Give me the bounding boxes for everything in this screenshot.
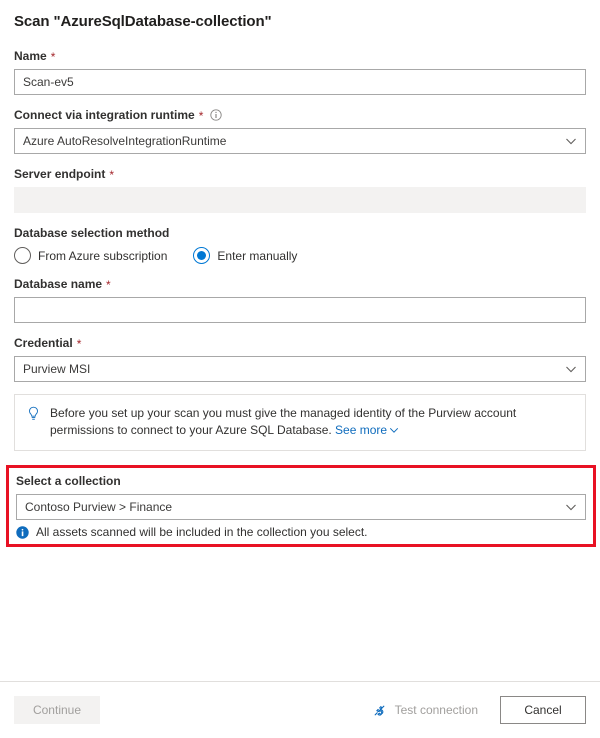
field-integration-runtime: Connect via integration runtime * Azure … — [14, 107, 586, 154]
required-asterisk: * — [109, 168, 115, 182]
field-database-name-label-text: Database name — [14, 277, 103, 291]
database-selection-radio-group: From Azure subscription Enter manually — [14, 247, 586, 264]
field-name-label-text: Name — [14, 49, 47, 63]
collection-dropdown[interactable]: Contoso Purview > Finance — [16, 494, 586, 520]
see-more-link[interactable]: See more — [335, 423, 387, 437]
field-credential-label: Credential * — [14, 335, 586, 351]
field-name: Name * — [14, 48, 586, 95]
chevron-down-icon — [565, 135, 577, 147]
chevron-down-icon — [565, 501, 577, 513]
field-name-label: Name * — [14, 48, 586, 64]
lightbulb-icon — [26, 406, 41, 422]
scan-dialog: Scan "AzureSqlDatabase-collection" Name … — [0, 0, 600, 738]
field-server-endpoint-label: Server endpoint * — [14, 166, 586, 182]
collection-value: Contoso Purview > Finance — [25, 500, 173, 514]
field-database-name-label: Database name * — [14, 276, 586, 292]
credential-value: Purview MSI — [23, 362, 91, 376]
field-server-endpoint-label-text: Server endpoint — [14, 167, 106, 181]
select-collection-highlight: Select a collection Contoso Purview > Fi… — [6, 465, 596, 547]
dialog-footer: Continue Test connection Cancel — [0, 681, 600, 738]
field-database-name: Database name * — [14, 276, 586, 323]
required-asterisk: * — [106, 278, 111, 292]
credential-dropdown[interactable]: Purview MSI — [14, 356, 586, 382]
integration-runtime-value: Azure AutoResolveIntegrationRuntime — [23, 134, 227, 148]
field-collection-label-text: Select a collection — [16, 474, 121, 488]
cancel-button[interactable]: Cancel — [500, 696, 586, 724]
form-body: Scan "AzureSqlDatabase-collection" Name … — [0, 0, 600, 681]
permissions-callout-body: Before you set up your scan you must giv… — [50, 406, 517, 437]
field-integration-runtime-label: Connect via integration runtime * — [14, 107, 586, 123]
chevron-down-icon[interactable] — [389, 423, 399, 433]
field-database-selection-method: Database selection method From Azure sub… — [14, 225, 586, 264]
radio-enter-manually-label: Enter manually — [217, 248, 298, 263]
radio-from-azure-subscription[interactable]: From Azure subscription — [14, 247, 167, 264]
field-collection-label: Select a collection — [16, 473, 586, 489]
page-title: Scan "AzureSqlDatabase-collection" — [14, 13, 272, 30]
server-endpoint-input — [14, 187, 586, 213]
plug-icon — [372, 703, 387, 718]
database-name-input[interactable] — [14, 297, 586, 323]
permissions-callout: Before you set up your scan you must giv… — [14, 394, 586, 451]
radio-enter-manually[interactable]: Enter manually — [193, 247, 297, 264]
name-input[interactable] — [14, 69, 586, 95]
required-asterisk: * — [198, 109, 204, 123]
field-credential: Credential * Purview MSI — [14, 335, 586, 382]
collection-hint: All assets scanned will be included in t… — [16, 524, 586, 540]
field-database-selection-method-label: Database selection method — [14, 225, 586, 241]
radio-from-azure-subscription-label: From Azure subscription — [38, 248, 168, 263]
field-integration-runtime-label-text: Connect via integration runtime — [14, 108, 195, 122]
info-filled-icon — [16, 525, 29, 539]
collection-hint-text: All assets scanned will be included in t… — [36, 525, 368, 539]
permissions-callout-text: Before you set up your scan you must giv… — [50, 405, 573, 439]
info-circle-icon[interactable] — [210, 109, 223, 121]
radio-mark-selected-icon — [193, 247, 211, 264]
radio-mark-icon — [14, 247, 31, 264]
required-asterisk: * — [76, 337, 82, 351]
test-connection-label: Test connection — [394, 703, 478, 717]
required-asterisk: * — [50, 50, 56, 64]
integration-runtime-dropdown[interactable]: Azure AutoResolveIntegrationRuntime — [14, 128, 586, 154]
field-database-selection-method-label-text: Database selection method — [14, 226, 170, 240]
field-credential-label-text: Credential — [14, 336, 73, 350]
test-connection-button[interactable]: Test connection — [372, 703, 478, 718]
field-server-endpoint: Server endpoint * — [14, 166, 586, 213]
continue-button: Continue — [14, 696, 100, 724]
chevron-down-icon — [565, 363, 577, 375]
